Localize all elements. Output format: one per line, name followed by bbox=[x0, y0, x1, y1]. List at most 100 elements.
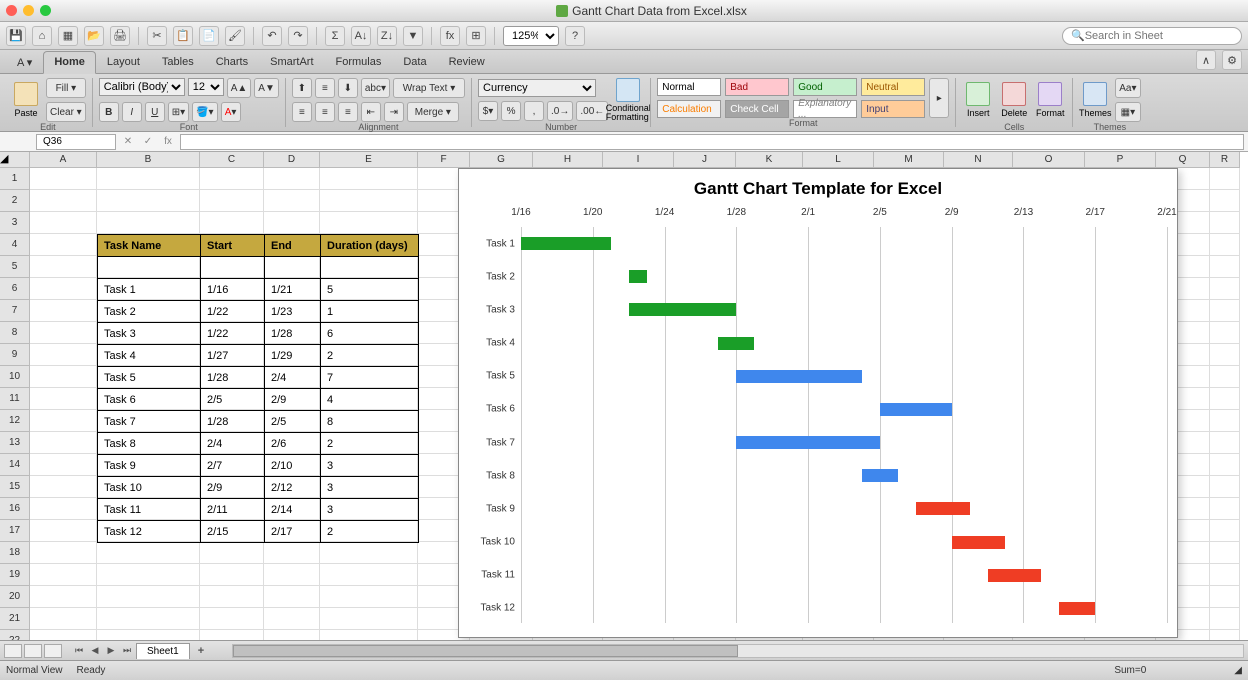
table-cell[interactable]: 7 bbox=[321, 367, 419, 389]
ribbon-tab[interactable]: SmartArt bbox=[259, 51, 324, 73]
table-cell[interactable]: 2 bbox=[321, 433, 419, 455]
table-cell[interactable]: Task 12 bbox=[98, 521, 201, 543]
row-header[interactable]: 1 bbox=[0, 168, 30, 190]
table-cell[interactable]: Task 10 bbox=[98, 477, 201, 499]
row-header[interactable]: 9 bbox=[0, 344, 30, 366]
underline-button[interactable]: U bbox=[145, 102, 165, 122]
row-header[interactable]: 18 bbox=[0, 542, 30, 564]
row-header[interactable]: 12 bbox=[0, 410, 30, 432]
align-bot-button[interactable]: ⬇ bbox=[338, 78, 358, 98]
indent-inc-button[interactable]: ⇥ bbox=[384, 102, 404, 122]
row-header[interactable]: 7 bbox=[0, 300, 30, 322]
row-header[interactable]: 22 bbox=[0, 630, 30, 640]
column-header[interactable]: I bbox=[603, 152, 674, 168]
row-header[interactable]: 17 bbox=[0, 520, 30, 542]
table-cell[interactable]: 3 bbox=[321, 455, 419, 477]
row-header[interactable]: 19 bbox=[0, 564, 30, 586]
column-header[interactable]: J bbox=[674, 152, 736, 168]
conditional-formatting-button[interactable]: Conditional Formatting bbox=[612, 78, 644, 122]
horizontal-scrollbar[interactable] bbox=[232, 644, 1244, 658]
table-cell[interactable]: 3 bbox=[321, 499, 419, 521]
resize-grip-icon[interactable]: ◢ bbox=[1234, 665, 1242, 676]
fill-color-button[interactable]: 🪣▾ bbox=[192, 102, 217, 122]
align-mid-button[interactable]: ≡ bbox=[315, 78, 335, 98]
search-box[interactable]: 🔍 bbox=[1062, 27, 1242, 45]
sheet-nav-first[interactable]: ⏮ bbox=[72, 644, 86, 658]
inc-decimal-button[interactable]: .0→ bbox=[547, 101, 573, 121]
column-header[interactable]: F bbox=[418, 152, 470, 168]
column-header[interactable]: P bbox=[1085, 152, 1156, 168]
fill-button[interactable]: Fill ▾ bbox=[46, 78, 86, 98]
ribbon-tab[interactable]: Layout bbox=[96, 51, 151, 73]
delete-cells-button[interactable]: Delete bbox=[998, 78, 1030, 122]
copy-button[interactable]: 📋 bbox=[173, 26, 193, 46]
table-cell[interactable]: Task 9 bbox=[98, 455, 201, 477]
orientation-button[interactable]: abc▾ bbox=[361, 78, 390, 98]
cut-button[interactable]: ✂ bbox=[147, 26, 167, 46]
column-header[interactable]: B bbox=[97, 152, 200, 168]
number-format-select[interactable]: Currency bbox=[478, 79, 596, 97]
ribbon-collapse-button[interactable]: ∧ bbox=[1196, 50, 1216, 70]
minimize-button[interactable] bbox=[23, 5, 34, 16]
column-header[interactable]: A bbox=[30, 152, 97, 168]
align-top-button[interactable]: ⬆ bbox=[292, 78, 312, 98]
undo-button[interactable]: ↶ bbox=[262, 26, 282, 46]
row-header[interactable]: 15 bbox=[0, 476, 30, 498]
search-input[interactable] bbox=[1085, 30, 1233, 42]
column-headers[interactable]: ABCDEFGHIJKLMNOPQR bbox=[30, 152, 1248, 168]
table-cell[interactable]: Task 4 bbox=[98, 345, 201, 367]
style-check-cell[interactable]: Check Cell bbox=[725, 100, 789, 118]
increase-font-button[interactable]: A▲ bbox=[227, 78, 252, 98]
format-painter-button[interactable]: 🖌 bbox=[225, 26, 245, 46]
align-left-button[interactable]: ≡ bbox=[292, 102, 312, 122]
add-sheet-button[interactable]: + bbox=[192, 643, 210, 659]
column-header[interactable]: D bbox=[264, 152, 320, 168]
table-cell[interactable]: 2/11 bbox=[201, 499, 265, 521]
table-cell[interactable]: 2/17 bbox=[265, 521, 321, 543]
row-header[interactable]: 3 bbox=[0, 212, 30, 234]
align-right-button[interactable]: ≡ bbox=[338, 102, 358, 122]
table-cell[interactable]: 5 bbox=[321, 279, 419, 301]
table-cell[interactable]: 1/22 bbox=[201, 301, 265, 323]
scrollbar-thumb[interactable] bbox=[233, 645, 738, 657]
column-header[interactable]: R bbox=[1210, 152, 1240, 168]
merge-button[interactable]: Merge ▾ bbox=[407, 102, 459, 122]
table-cell[interactable]: 2/5 bbox=[265, 411, 321, 433]
column-header[interactable]: M bbox=[874, 152, 944, 168]
row-header[interactable]: 8 bbox=[0, 322, 30, 344]
column-header[interactable]: Q bbox=[1156, 152, 1210, 168]
save-button[interactable]: 💾 bbox=[6, 26, 26, 46]
themes-button[interactable]: Themes bbox=[1079, 78, 1111, 122]
paste-bigbutton[interactable]: Paste bbox=[10, 78, 42, 122]
table-cell[interactable]: 1/28 bbox=[201, 367, 265, 389]
row-header[interactable]: 16 bbox=[0, 498, 30, 520]
row-header[interactable]: 11 bbox=[0, 388, 30, 410]
table-cell[interactable]: 2/9 bbox=[265, 389, 321, 411]
table-cell[interactable]: 2/10 bbox=[265, 455, 321, 477]
table-cell[interactable]: 2 bbox=[321, 521, 419, 543]
name-box[interactable] bbox=[36, 134, 116, 150]
table-cell[interactable]: Task 2 bbox=[98, 301, 201, 323]
sheet-nav-next[interactable]: ▶ bbox=[104, 644, 118, 658]
table-cell[interactable]: 1/28 bbox=[265, 323, 321, 345]
table-cell[interactable]: Task 5 bbox=[98, 367, 201, 389]
row-headers[interactable]: 12345678910111213141516171819202122 bbox=[0, 168, 30, 640]
confirm-formula-button[interactable]: ✓ bbox=[140, 134, 156, 150]
row-header[interactable]: 13 bbox=[0, 432, 30, 454]
ribbon-tab[interactable]: Charts bbox=[205, 51, 259, 73]
column-header[interactable]: E bbox=[320, 152, 418, 168]
theme-colors-button[interactable]: ▦▾ bbox=[1115, 102, 1140, 122]
table-cell[interactable]: 2/5 bbox=[201, 389, 265, 411]
row-header[interactable]: 10 bbox=[0, 366, 30, 388]
style-input[interactable]: Input bbox=[861, 100, 925, 118]
table-cell[interactable]: Task 6 bbox=[98, 389, 201, 411]
row-header[interactable]: 5 bbox=[0, 256, 30, 278]
indent-dec-button[interactable]: ⇤ bbox=[361, 102, 381, 122]
table-cell[interactable]: 1/21 bbox=[265, 279, 321, 301]
table-cell[interactable]: 2/4 bbox=[265, 367, 321, 389]
table-cell[interactable]: 8 bbox=[321, 411, 419, 433]
view-normal-button[interactable] bbox=[4, 644, 22, 658]
table-cell[interactable]: 1/16 bbox=[201, 279, 265, 301]
styles-more-button[interactable]: ▸ bbox=[929, 78, 949, 118]
column-header[interactable]: H bbox=[533, 152, 603, 168]
